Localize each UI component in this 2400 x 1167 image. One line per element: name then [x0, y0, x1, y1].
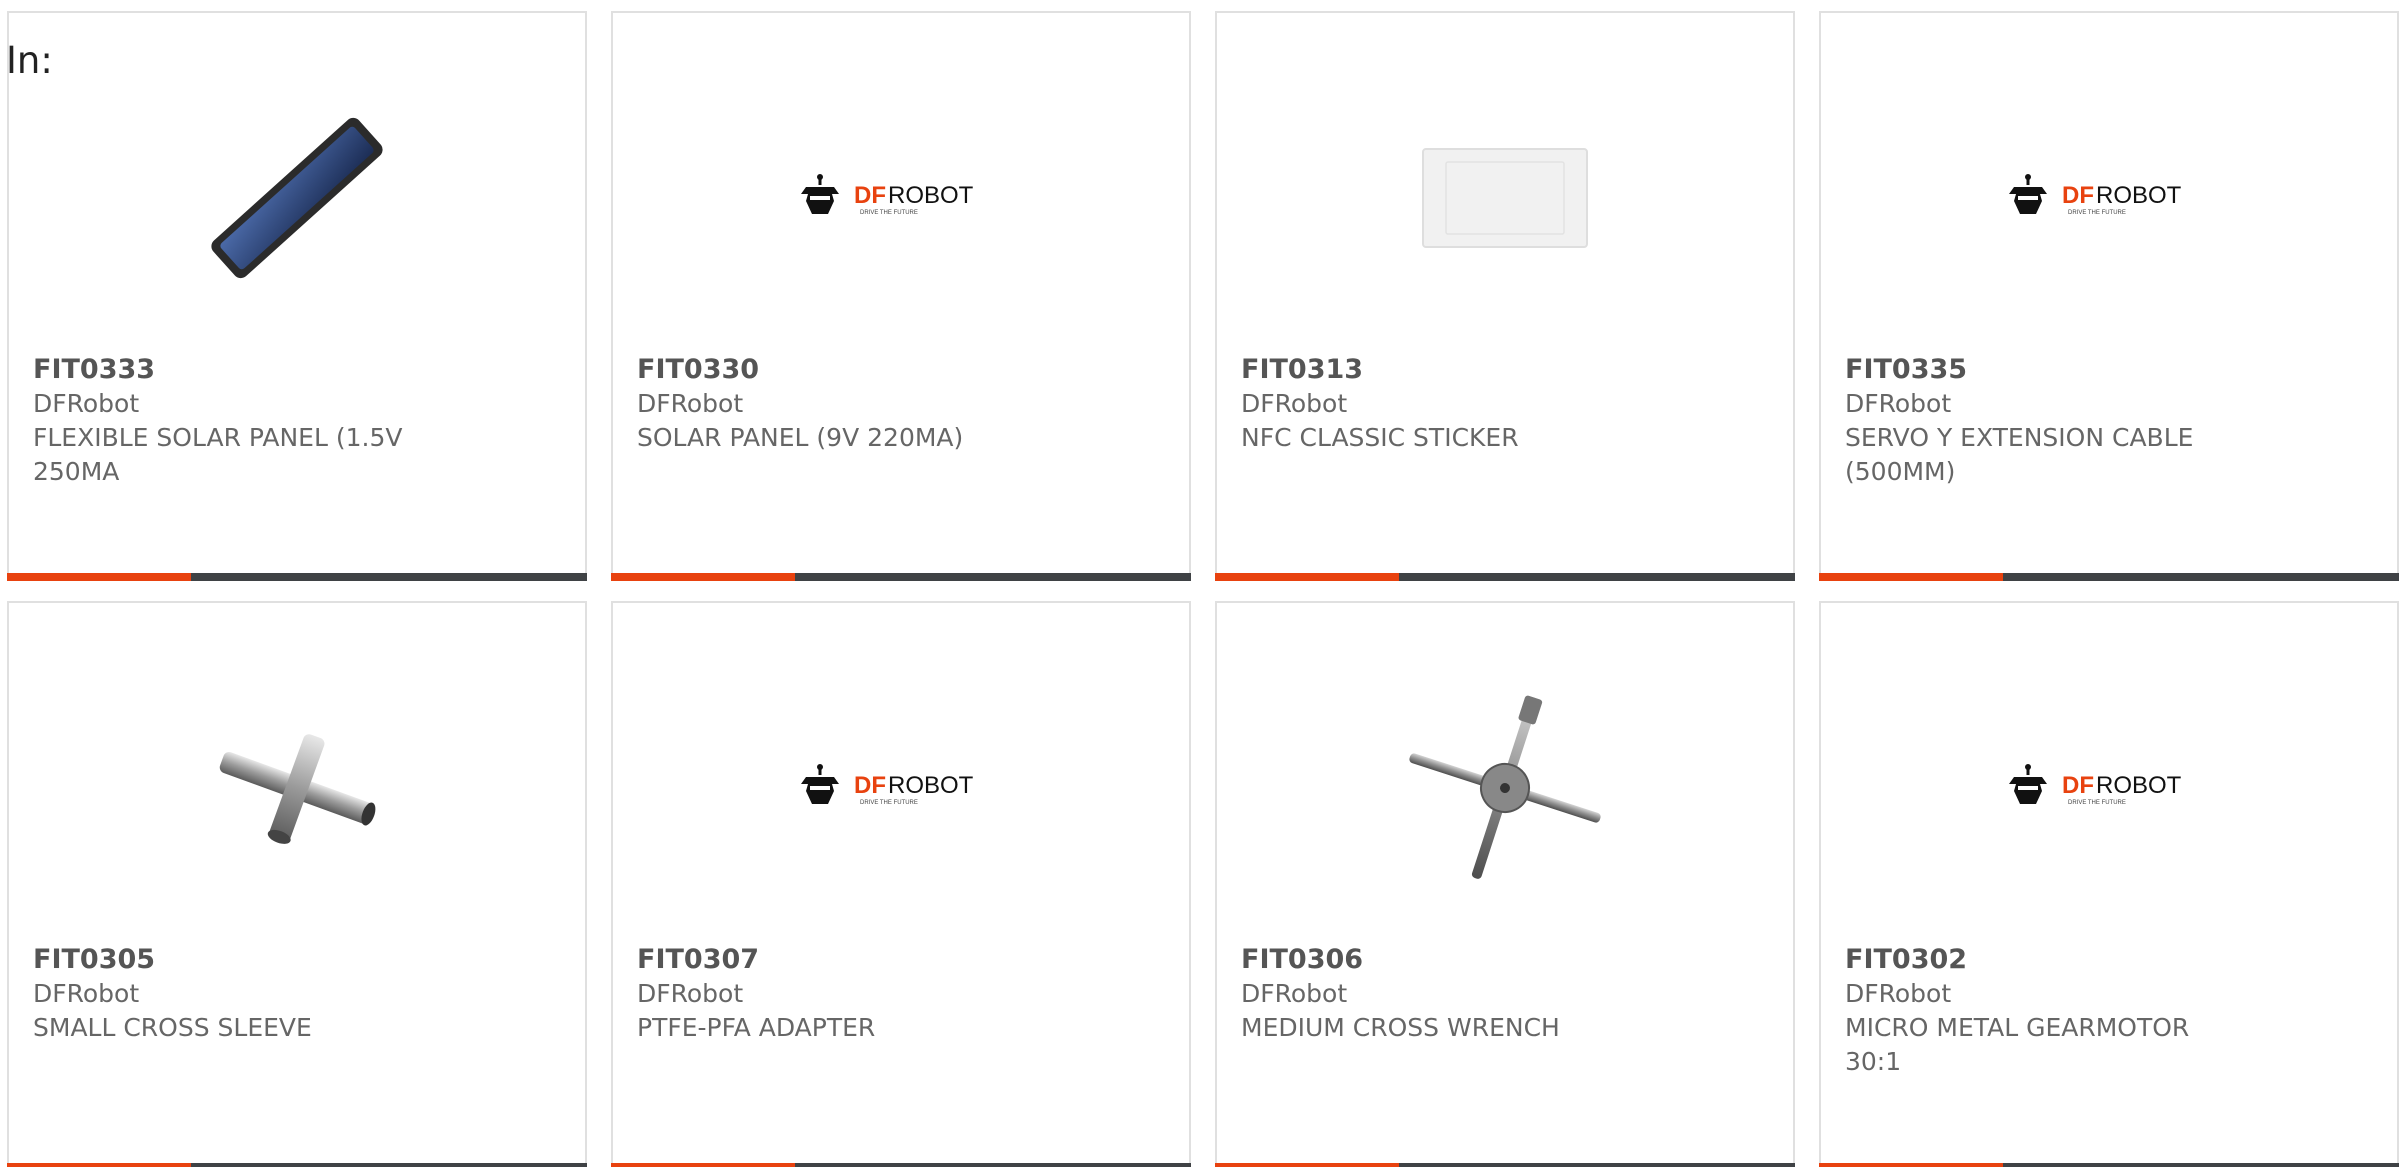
product-image — [9, 673, 585, 903]
logo-robot-text: ROBOT — [2096, 182, 2182, 209]
product-image: DF ROBOT DRIVE THE FUTURE — [613, 673, 1189, 903]
product-image — [1217, 83, 1793, 313]
card-bottom-bar — [611, 573, 1191, 581]
logo-robot-text: ROBOT — [888, 772, 974, 799]
solar-panel-image — [211, 117, 383, 279]
product-brand: DFRobot — [1241, 979, 1348, 1008]
product-card[interactable]: FIT0306 DFRobot MEDIUM CROSS WRENCH — [1215, 601, 1795, 1167]
product-image — [1217, 673, 1793, 903]
product-listing-page: In: FIT0333 DFRobot FLEXIBLE SOLAR PANEL… — [0, 0, 2400, 1167]
product-name[interactable]: PTFE-PFA ADAPTER — [637, 1011, 1039, 1045]
product-card[interactable]: DF ROBOT DRIVE THE FUTURE FIT0302 DFRobo… — [1819, 601, 2399, 1167]
dfrobot-logo: DF ROBOT DRIVE THE FUTURE — [796, 171, 1006, 225]
product-image: DF ROBOT DRIVE THE FUTURE — [613, 83, 1189, 313]
card-bottom-bar — [1215, 573, 1795, 581]
product-name[interactable]: SMALL CROSS SLEEVE — [33, 1011, 435, 1045]
card-accent-bar — [1215, 573, 1399, 581]
product-name[interactable]: SOLAR PANEL (9V 220MA) — [637, 421, 1039, 455]
card-bottom-bar — [7, 573, 587, 581]
product-info: FIT0302 DFRobot MICRO METAL GEARMOTOR 30… — [1845, 943, 2247, 1079]
nfc-sticker-image — [1422, 148, 1588, 248]
product-sku[interactable]: FIT0333 — [33, 353, 435, 387]
card-bottom-bar — [611, 1163, 1191, 1167]
product-info: FIT0333 DFRobot FLEXIBLE SOLAR PANEL (1.… — [33, 353, 435, 489]
logo-robot-text: ROBOT — [2096, 772, 2182, 799]
product-sku[interactable]: FIT0313 — [1241, 353, 1643, 387]
cross-wrench-image — [1409, 695, 1601, 879]
cross-sleeve-image — [219, 734, 376, 844]
product-brand: DFRobot — [637, 389, 744, 418]
card-bottom-bar — [1819, 1163, 2399, 1167]
filter-label: In: — [6, 39, 53, 82]
product-info: FIT0313 DFRobot NFC CLASSIC STICKER — [1241, 353, 1643, 455]
product-brand: DFRobot — [33, 389, 140, 418]
product-sku[interactable]: FIT0330 — [637, 353, 1039, 387]
product-card[interactable]: FIT0305 DFRobot SMALL CROSS SLEEVE — [7, 601, 587, 1167]
dfrobot-logo: DF ROBOT DRIVE THE FUTURE — [2004, 171, 2214, 225]
product-image — [9, 83, 585, 313]
product-card[interactable]: DF ROBOT DRIVE THE FUTURE FIT0307 DFRobo… — [611, 601, 1191, 1167]
logo-df-text: DF — [2062, 182, 2094, 209]
card-bottom-bar — [7, 1163, 587, 1167]
product-brand: DFRobot — [1241, 389, 1348, 418]
product-sku[interactable]: FIT0307 — [637, 943, 1039, 977]
product-card[interactable]: FIT0333 DFRobot FLEXIBLE SOLAR PANEL (1.… — [7, 11, 587, 581]
logo-df-text: DF — [854, 772, 886, 799]
product-info: FIT0306 DFRobot MEDIUM CROSS WRENCH — [1241, 943, 1643, 1045]
dfrobot-logo: DF ROBOT DRIVE THE FUTURE — [2004, 761, 2214, 815]
product-brand: DFRobot — [1845, 389, 1952, 418]
card-accent-bar — [611, 1163, 795, 1167]
product-name[interactable]: FLEXIBLE SOLAR PANEL (1.5V 250MA — [33, 421, 435, 489]
product-brand: DFRobot — [33, 979, 140, 1008]
product-sku[interactable]: FIT0305 — [33, 943, 435, 977]
product-card[interactable]: FIT0313 DFRobot NFC CLASSIC STICKER — [1215, 11, 1795, 581]
logo-tagline: DRIVE THE FUTURE — [860, 800, 918, 806]
product-name[interactable]: MICRO METAL GEARMOTOR 30:1 — [1845, 1011, 2247, 1079]
logo-df-text: DF — [854, 182, 886, 209]
card-bottom-bar — [1819, 573, 2399, 581]
product-card[interactable]: DF ROBOT DRIVE THE FUTURE FIT0335 DFRobo… — [1819, 11, 2399, 581]
logo-tagline: DRIVE THE FUTURE — [860, 210, 918, 216]
product-info: FIT0335 DFRobot SERVO Y EXTENSION CABLE … — [1845, 353, 2247, 489]
product-sku[interactable]: FIT0302 — [1845, 943, 2247, 977]
product-sku[interactable]: FIT0335 — [1845, 353, 2247, 387]
product-name[interactable]: MEDIUM CROSS WRENCH — [1241, 1011, 1643, 1045]
card-accent-bar — [1819, 1163, 2003, 1167]
card-accent-bar — [1215, 1163, 1399, 1167]
product-info: FIT0305 DFRobot SMALL CROSS SLEEVE — [33, 943, 435, 1045]
card-accent-bar — [611, 573, 795, 581]
product-brand: DFRobot — [1845, 979, 1952, 1008]
card-accent-bar — [7, 1163, 191, 1167]
product-info: FIT0307 DFRobot PTFE-PFA ADAPTER — [637, 943, 1039, 1045]
product-brand: DFRobot — [637, 979, 744, 1008]
logo-robot-text: ROBOT — [888, 182, 974, 209]
product-image: DF ROBOT DRIVE THE FUTURE — [1821, 673, 2397, 903]
card-accent-bar — [1819, 573, 2003, 581]
product-sku[interactable]: FIT0306 — [1241, 943, 1643, 977]
card-bottom-bar — [1215, 1163, 1795, 1167]
card-accent-bar — [7, 573, 191, 581]
product-name[interactable]: NFC CLASSIC STICKER — [1241, 421, 1643, 455]
logo-tagline: DRIVE THE FUTURE — [2068, 210, 2126, 216]
product-card[interactable]: DF ROBOT DRIVE THE FUTURE FIT0330 DFRobo… — [611, 11, 1191, 581]
product-image: DF ROBOT DRIVE THE FUTURE — [1821, 83, 2397, 313]
logo-df-text: DF — [2062, 772, 2094, 799]
dfrobot-logo: DF ROBOT DRIVE THE FUTURE — [796, 761, 1006, 815]
product-name[interactable]: SERVO Y EXTENSION CABLE (500MM) — [1845, 421, 2247, 489]
product-info: FIT0330 DFRobot SOLAR PANEL (9V 220MA) — [637, 353, 1039, 455]
logo-tagline: DRIVE THE FUTURE — [2068, 800, 2126, 806]
product-grid: FIT0333 DFRobot FLEXIBLE SOLAR PANEL (1.… — [7, 11, 2399, 1167]
